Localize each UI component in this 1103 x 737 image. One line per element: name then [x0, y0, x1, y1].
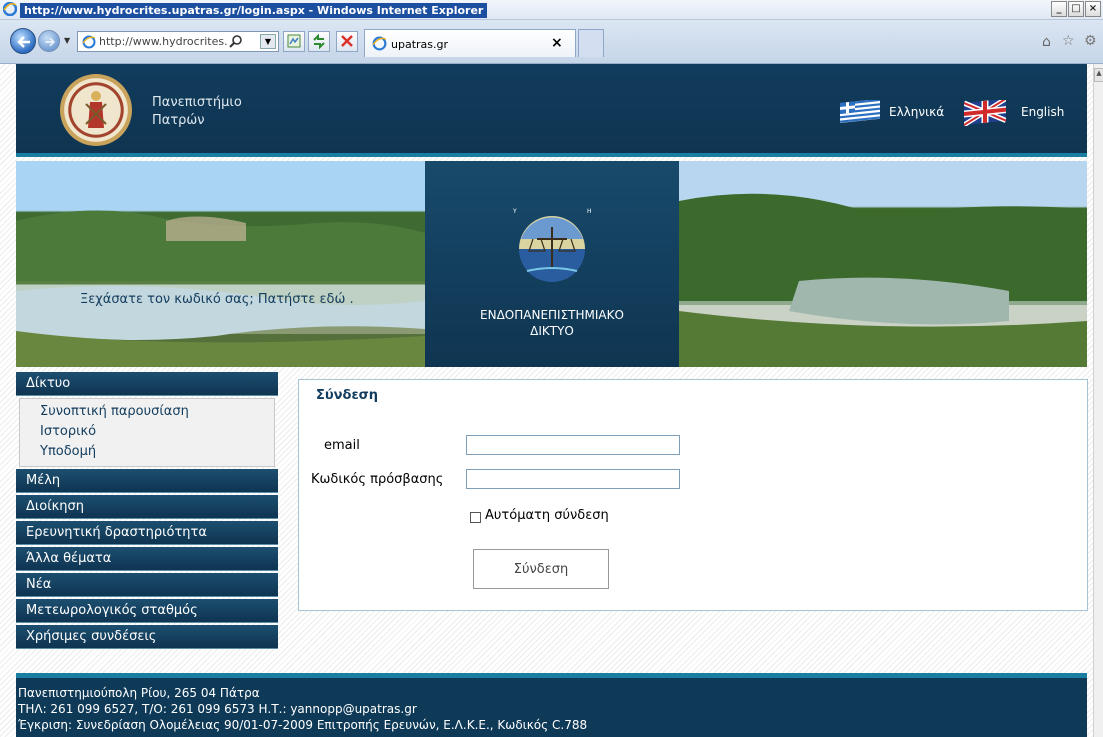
svg-text:Υ: Υ	[512, 208, 517, 215]
tab-close-icon[interactable]: ×	[551, 35, 563, 51]
menu-item-research[interactable]: Ερευνητική δραστηριότητα	[16, 521, 278, 545]
maximize-button[interactable]: □	[1068, 1, 1084, 17]
hydrocrites-logo-panel: Υ H ΕΝΔΟΠΑΝΕΠΙΣΤΗΜΙΑΚΟ ΔΙΚΤΥΟ	[425, 161, 679, 367]
uk-flag-icon[interactable]	[964, 100, 1006, 126]
browser-tab[interactable]: upatras.gr ×	[364, 29, 576, 57]
greek-flag-icon[interactable]	[840, 100, 880, 124]
back-arrow-icon	[17, 36, 30, 48]
new-tab-button[interactable]	[578, 29, 604, 57]
email-label: email	[324, 438, 360, 453]
page-viewport: Πανεπιστήμιο Πατρών Ελληνικά English Υ H…	[0, 64, 1093, 737]
minimize-button[interactable]: _	[1051, 1, 1067, 17]
river-photo-right	[679, 161, 1087, 367]
lang-greek-link[interactable]: Ελληνικά	[889, 105, 944, 119]
back-button[interactable]	[10, 28, 36, 54]
footer-address: Πανεπιστημιούπολη Ρίου, 265 04 Πάτρα	[18, 686, 260, 700]
compatibility-icon	[287, 34, 301, 48]
forgot-password-suffix: .	[345, 292, 354, 307]
menu-item-administration[interactable]: Διοίκηση	[16, 495, 278, 519]
footer-approval: Έγκριση: Συνεδρίαση Ολομέλειας 90/01-07-…	[18, 718, 588, 732]
university-name[interactable]: Πανεπιστήμιο Πατρών	[152, 94, 242, 130]
stop-button[interactable]	[336, 31, 358, 52]
svg-text:H: H	[587, 208, 592, 215]
hydrocrites-logo: Υ H	[512, 208, 592, 282]
home-icon[interactable]: ⌂	[1042, 34, 1051, 50]
site-footer: Πανεπιστημιούπολη Ρίου, 265 04 Πάτρα ΤΗΛ…	[16, 673, 1087, 737]
menu-item-other-topics[interactable]: Άλλα θέματα	[16, 547, 278, 571]
forgot-password-link[interactable]: εδώ	[320, 292, 346, 307]
login-button[interactable]: Σύνδεση	[473, 549, 609, 589]
forward-arrow-icon	[45, 37, 56, 47]
login-title: Σύνδεση	[316, 388, 379, 403]
forward-button[interactable]	[38, 30, 60, 52]
password-field[interactable]	[466, 469, 680, 489]
address-dropdown-icon[interactable]: ▼	[260, 34, 276, 49]
submenu-item-infrastructure[interactable]: Υποδομή	[40, 442, 274, 462]
gear-icon[interactable]: ⚙	[1084, 33, 1097, 49]
forgot-password-prompt: Ξεχάσατε τον κωδικό σας; Πατήστε	[80, 292, 320, 307]
sidebar-menu: Δίκτυο Συνοπτική παρουσίαση Ιστορικό Υπο…	[16, 372, 278, 651]
saint-figure-icon	[85, 91, 107, 128]
vertical-scrollbar[interactable]: ▲	[1093, 64, 1103, 737]
footer-contact: ΤΗΛ: 261 099 6527, Τ/Ο: 261 099 6573 Η.Τ…	[18, 702, 417, 716]
window-titlebar: http://www.hydrocrites.upatras.gr/login.…	[0, 0, 1103, 20]
network-submenu: Συνοπτική παρουσίαση Ιστορικό Υποδομή	[19, 398, 275, 467]
address-url[interactable]: http://www.hydrocrites.	[99, 35, 228, 48]
close-window-button[interactable]: ×	[1085, 1, 1101, 17]
logo-caption: ΕΝΔΟΠΑΝΕΠΙΣΤΗΜΙΑΚΟ ΔΙΚΤΥΟ	[425, 307, 679, 339]
university-name-line2: Πατρών	[152, 113, 205, 128]
remember-me-label[interactable]: Αυτόματη σύνδεση	[485, 508, 609, 523]
menu-item-weather-station[interactable]: Μετεωρολογικός σταθμός	[16, 599, 278, 623]
menu-item-useful-links[interactable]: Χρήσιμες συνδέσεις	[16, 625, 278, 649]
login-panel: Σύνδεση email Κωδικός πρόσβασης Αυτόματη…	[298, 379, 1088, 611]
refresh-button[interactable]	[308, 31, 330, 52]
logo-caption-line2: ΔΙΚΤΥΟ	[530, 324, 574, 338]
menu-item-members[interactable]: Μέλη	[16, 469, 278, 493]
window-title: http://www.hydrocrites.upatras.gr/login.…	[20, 3, 488, 18]
refresh-icon	[313, 33, 325, 50]
window-controls: _ □ ×	[1051, 1, 1101, 18]
search-icon[interactable]	[228, 34, 244, 50]
star-icon[interactable]: ☆	[1062, 33, 1075, 49]
menu-item-network[interactable]: Δίκτυο	[16, 372, 278, 396]
ie-page-icon	[82, 35, 96, 49]
remember-me-checkbox[interactable]	[470, 512, 481, 523]
tab-title[interactable]: upatras.gr	[391, 38, 448, 51]
menu-item-news[interactable]: Νέα	[16, 573, 278, 597]
history-dropdown-icon[interactable]: ▼	[64, 36, 70, 45]
submenu-item-history[interactable]: Ιστορικό	[40, 422, 274, 442]
browser-toolbar: ▼ http://www.hydrocrites. ▼ upatras.gr ×…	[0, 20, 1103, 64]
email-field[interactable]	[466, 435, 680, 455]
logo-caption-line1: ΕΝΔΟΠΑΝΕΠΙΣΤΗΜΙΑΚΟ	[480, 308, 624, 322]
scroll-up-arrow-icon[interactable]: ▲	[1094, 68, 1103, 82]
forgot-password-text: Ξεχάσατε τον κωδικό σας; Πατήστε εδώ .	[80, 292, 354, 307]
submenu-item-overview[interactable]: Συνοπτική παρουσίαση	[40, 402, 274, 422]
banner: Υ H ΕΝΔΟΠΑΝΕΠΙΣΤΗΜΙΑΚΟ ΔΙΚΤΥΟ	[16, 161, 1087, 367]
address-bar[interactable]: http://www.hydrocrites. ▼	[77, 31, 279, 52]
university-name-line1: Πανεπιστήμιο	[152, 95, 242, 110]
compatibility-button[interactable]	[283, 31, 305, 52]
river-photo-left	[16, 161, 425, 367]
ie-logo-icon	[3, 2, 17, 16]
lang-english-link[interactable]: English	[1021, 105, 1064, 119]
ie-page-icon	[372, 36, 387, 51]
site-header: Πανεπιστήμιο Πατρών Ελληνικά English	[16, 64, 1087, 157]
page-content: Πανεπιστήμιο Πατρών Ελληνικά English Υ H…	[16, 64, 1088, 737]
university-seal-logo[interactable]	[60, 74, 132, 146]
stop-icon	[341, 35, 353, 47]
password-label: Κωδικός πρόσβασης	[311, 472, 444, 487]
